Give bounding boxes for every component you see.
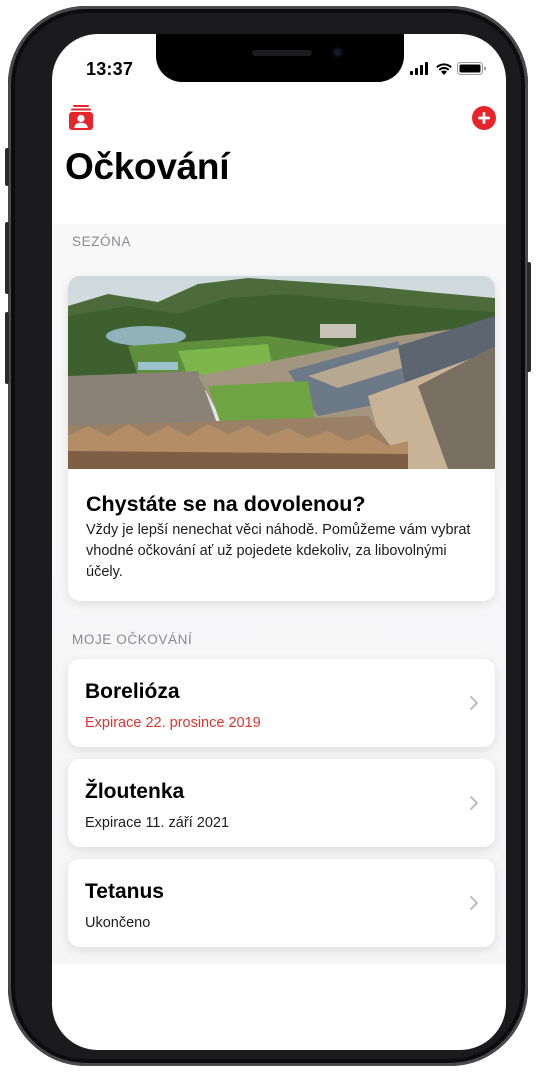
chevron-right-icon	[470, 896, 478, 910]
app-screen: 13:37 Očkování SEZÓNA Chystáte se na dov…	[52, 34, 506, 1050]
volume-down-button	[5, 312, 9, 384]
vaccination-item-tetanus[interactable]: Tetanus Ukončeno	[68, 859, 495, 947]
battery-icon	[457, 62, 486, 75]
front-camera	[332, 47, 343, 58]
section-label-season: SEZÓNA	[72, 234, 132, 249]
vaccination-status: Ukončeno	[85, 915, 151, 931]
content-area: SEZÓNA Chystáte se na dovolenou? Vždy je…	[52, 224, 506, 964]
plus-circle-icon	[472, 106, 496, 130]
status-time: 13:37	[86, 59, 134, 79]
notch	[156, 34, 404, 82]
resort-landscape-photo	[68, 276, 495, 469]
section-label-my-vaccinations: MOJE OČKOVÁNÍ	[72, 632, 193, 647]
vaccination-status: Expirace 22. prosince 2019	[85, 715, 261, 731]
chevron-right-icon	[470, 796, 478, 810]
wifi-icon	[436, 63, 452, 75]
add-vaccination-button[interactable]	[472, 106, 496, 135]
mute-switch	[5, 148, 9, 186]
vaccination-name: Tetanus	[85, 880, 164, 903]
vaccination-name: Žloutenka	[85, 780, 185, 803]
cellular-signal-icon	[410, 62, 428, 75]
page-title: Očkování	[65, 146, 230, 187]
vaccination-name: Borelióza	[85, 680, 180, 703]
chevron-right-icon	[470, 696, 478, 710]
person-card-icon[interactable]	[68, 105, 94, 136]
phone-frame: 13:37 Očkování SEZÓNA Chystáte se na dov…	[5, 6, 531, 1066]
vaccination-item-zloutenka[interactable]: Žloutenka Expirace 11. září 2021	[68, 759, 495, 847]
status-icons	[410, 62, 488, 76]
volume-up-button	[5, 222, 9, 294]
promo-title: Chystáte se na dovolenou?	[86, 492, 366, 516]
travel-promo-card[interactable]: Chystáte se na dovolenou? Vždy je lepší …	[68, 276, 495, 601]
vaccination-item-borelioza[interactable]: Borelióza Expirace 22. prosince 2019	[68, 659, 495, 747]
power-button	[527, 262, 531, 372]
vaccination-status: Expirace 11. září 2021	[85, 815, 230, 831]
promo-description: Vždy je lepší nenechat věci náhodě. Pomů…	[86, 522, 471, 580]
speaker-grille	[252, 50, 312, 56]
